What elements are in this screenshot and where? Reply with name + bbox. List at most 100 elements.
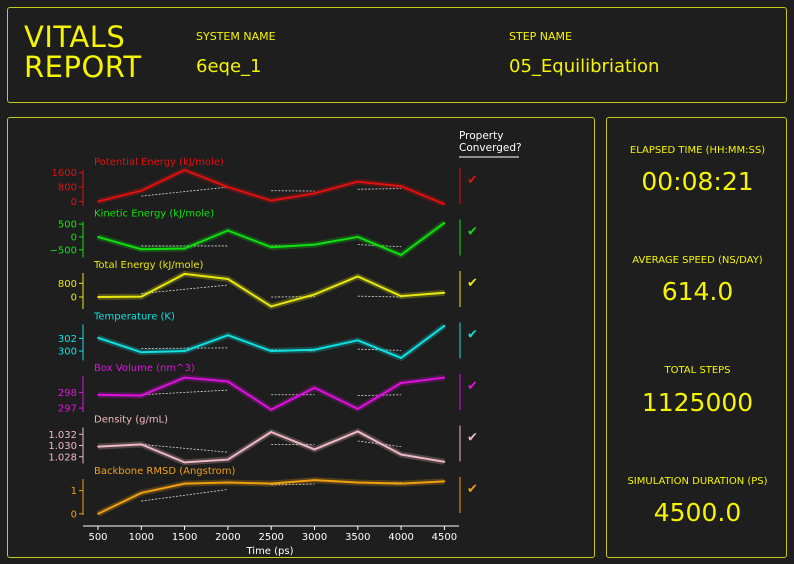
x-tick-label: 2500: [258, 532, 283, 543]
data-point: [97, 296, 99, 298]
data-point: [356, 430, 359, 433]
y-tick-label: 1600: [52, 168, 77, 179]
series-title: Density (g/mL): [94, 415, 168, 426]
x-tick-label: 3500: [345, 532, 370, 543]
data-point: [140, 443, 143, 446]
data-point: [183, 482, 186, 485]
data-point: [183, 350, 186, 352]
data-point: [443, 324, 446, 327]
data-point: [356, 236, 359, 238]
step-name-label: STEP NAME: [509, 30, 572, 43]
converged-check-icon: ✔: [467, 482, 478, 497]
data-point: [443, 221, 446, 224]
data-point: [183, 272, 186, 275]
data-point: [400, 482, 402, 485]
data-point: [97, 200, 99, 203]
x-tick-label: 2000: [215, 532, 240, 543]
y-tick-label: 1.032: [48, 430, 77, 441]
data-point: [227, 334, 229, 337]
subplot-3: Temperature (K) 302 300 ✔: [58, 312, 478, 361]
trend-line: [141, 186, 228, 197]
report-title-line2: REPORT: [24, 50, 142, 84]
x-tick-label: 3000: [302, 532, 327, 543]
converged-check-icon: ✔: [467, 431, 478, 446]
y-tick-label: 302: [58, 334, 77, 345]
trend-line: [357, 188, 402, 190]
y-tick-label: 1.028: [48, 452, 77, 463]
header-panel: VITALS REPORT SYSTEM NAME 6eqe_1 STEP NA…: [7, 7, 787, 103]
y-tick-label: −500: [50, 245, 77, 256]
x-tick-label: 1500: [172, 532, 197, 543]
data-point: [356, 275, 359, 278]
data-point: [183, 169, 186, 171]
data-point: [227, 186, 229, 188]
data-point: [97, 236, 99, 238]
x-axis-label: Time (ps): [245, 546, 293, 557]
data-point: [356, 339, 359, 342]
subplot-5: Density (g/mL) 1.0321.0301.028 ✔: [48, 415, 478, 466]
data-point: [313, 348, 316, 351]
data-point: [400, 357, 402, 359]
data-point: [227, 278, 229, 280]
converged-check-icon: ✔: [467, 379, 478, 394]
data-point: [443, 460, 446, 463]
data-point: [270, 408, 273, 411]
stats-panel: ELAPSED TIME (HH:MM:SS) 00:08:21 AVERAGE…: [606, 117, 787, 558]
data-point: [140, 295, 143, 298]
data-point: [97, 512, 99, 515]
average-speed-label: AVERAGE SPEED (NS/DAY): [632, 255, 763, 266]
sim-duration-value: 4500.0: [653, 498, 742, 527]
elapsed-time-value: 00:08:21: [641, 167, 754, 196]
data-point: [140, 189, 143, 192]
subplot-4: Box Volume (nm^3) 298 297 ✔: [58, 363, 478, 415]
y-tick-label: 0: [71, 197, 77, 208]
data-point: [140, 492, 143, 494]
y-tick-label: 300: [58, 347, 77, 358]
data-point: [97, 336, 99, 339]
data-point: [313, 192, 316, 195]
data-point: [227, 380, 229, 383]
total-steps-label: TOTAL STEPS: [664, 365, 731, 376]
series-title: Box Volume (nm^3): [94, 363, 195, 374]
data-point: [270, 305, 273, 308]
data-point: [313, 386, 316, 389]
y-tick-label: 298: [58, 388, 77, 399]
data-point: [270, 431, 273, 433]
subplot-1: Kinetic Energy (kJ/mole) 5000 −500 ✔: [50, 209, 478, 258]
data-point: [356, 407, 359, 410]
data-point: [183, 247, 186, 250]
series-title: Kinetic Energy (kJ/mole): [94, 209, 214, 220]
y-tick-label: 1.030: [48, 441, 77, 452]
y-tick-label: 800: [58, 183, 77, 194]
data-point: [227, 481, 229, 484]
y-tick-label: 800: [58, 279, 77, 290]
series-title: Potential Energy (kJ/mole): [94, 157, 224, 168]
data-point: [140, 394, 143, 397]
converged-header-line2: Converged?: [459, 142, 522, 154]
average-speed-value: 614.0: [661, 277, 734, 306]
system-name-label: SYSTEM NAME: [196, 30, 276, 43]
data-point: [400, 295, 402, 298]
data-point: [400, 254, 402, 256]
y-tick-label: 0: [71, 509, 77, 520]
data-point: [97, 445, 99, 448]
subplot-6: Backbone RMSD (Angstrom) 1 0 ✔: [71, 466, 478, 520]
data-point: [400, 185, 402, 188]
y-tick-label: 500: [58, 220, 77, 231]
data-point: [313, 293, 316, 296]
data-point: [270, 246, 273, 249]
subplot-2: Total Energy (kJ/mole) 800 0 ✔: [58, 260, 478, 310]
data-point: [97, 393, 99, 396]
converged-check-icon: ✔: [467, 276, 478, 291]
chart-panel: Property Converged? Potential Energy (kJ…: [7, 117, 595, 558]
subplot-0: Potential Energy (kJ/mole) 1600 800 0 ✔: [52, 157, 478, 208]
y-tick-label: 297: [58, 404, 77, 415]
y-tick-label: 0: [71, 232, 77, 243]
series-glow: [97, 374, 445, 413]
step-name-value: 05_Equilibriation: [509, 56, 660, 77]
y-tick-label: 0: [71, 293, 77, 304]
data-point: [443, 480, 446, 483]
report-title-line1: VITALS: [24, 20, 126, 54]
x-tick-label: 4000: [388, 532, 413, 543]
data-point: [400, 382, 402, 384]
